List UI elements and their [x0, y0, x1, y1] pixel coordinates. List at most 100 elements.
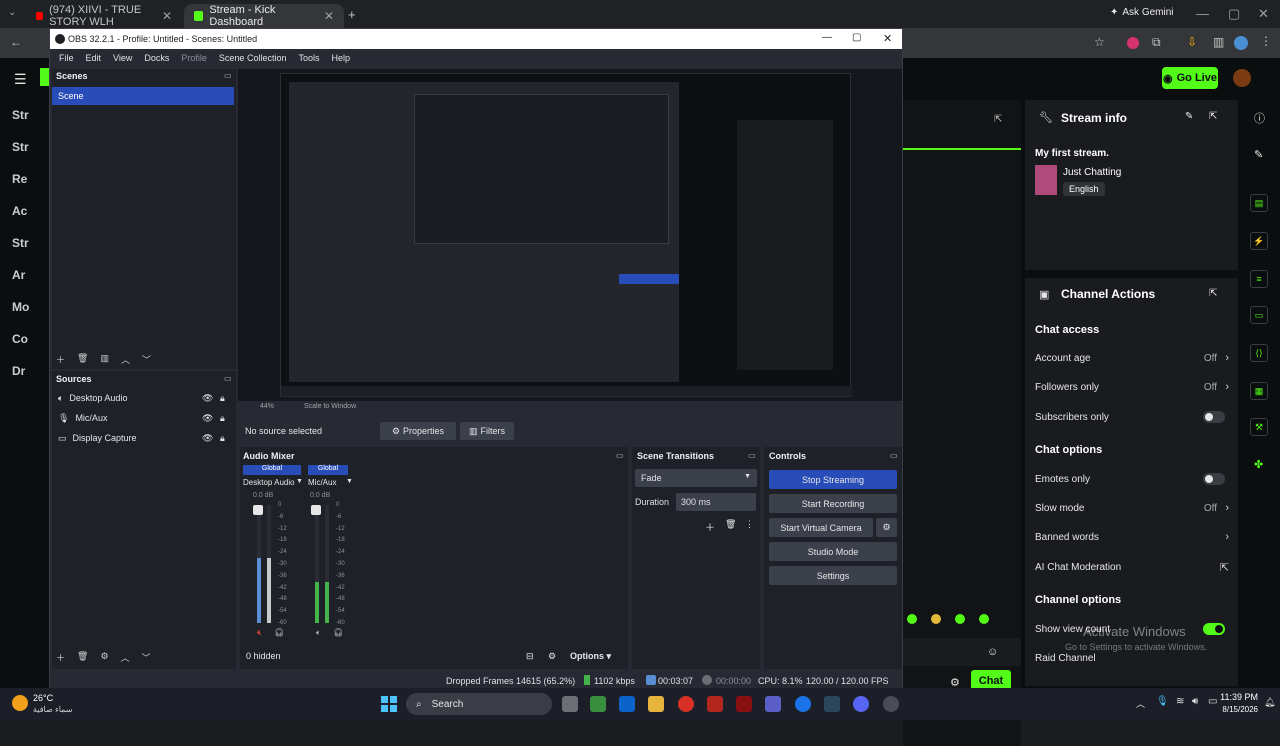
volume-icon[interactable]: 🔊︎ — [1192, 696, 1198, 707]
more-icon[interactable]: ⋮ — [745, 519, 754, 530]
calendar-icon[interactable]: ▦ — [1250, 382, 1268, 400]
duration-input[interactable]: 300 ms — [676, 493, 756, 511]
chevron-down-icon[interactable]: ▼ — [296, 478, 303, 485]
sidebar-item-9[interactable]: Dr — [12, 364, 25, 378]
popout-icon[interactable]: ⇱ — [1209, 288, 1217, 299]
puzzle-icon[interactable]: ✤ — [1254, 458, 1263, 471]
emotes-only-toggle[interactable] — [1203, 473, 1225, 485]
channel-name[interactable]: Desktop Audio — [243, 478, 295, 487]
emote-icon[interactable] — [955, 614, 965, 624]
ai-moderation-row[interactable]: AI Chat Moderation ⇱ — [1035, 558, 1231, 576]
steam-icon[interactable] — [824, 696, 840, 712]
slow-mode-row[interactable]: Slow mode Off › — [1035, 499, 1231, 517]
trash-icon[interactable]: 🗑︎ — [725, 519, 736, 530]
chat-input[interactable] — [903, 638, 1021, 666]
microphone-icon[interactable]: 🎙︎ — [1156, 696, 1169, 707]
account-age-row[interactable]: Account age Off › — [1035, 349, 1231, 367]
wifi-icon[interactable]: ≋ — [1176, 696, 1184, 707]
options-button[interactable]: Options ▾ — [570, 651, 611, 662]
dock-popout-icon[interactable]: ▭ — [224, 71, 232, 80]
clock-time[interactable]: 11:39 PM — [1218, 692, 1258, 702]
eye-icon[interactable]: 👁︎ — [202, 413, 213, 424]
extensions-icon[interactable]: ⧉ — [1152, 35, 1161, 50]
show-view-count-toggle[interactable] — [1203, 623, 1225, 635]
tab-search-icon[interactable]: ⌄ — [8, 7, 16, 18]
clock-date[interactable]: 8/15/2026 — [1208, 705, 1258, 714]
sidebar-item-5[interactable]: Str — [12, 236, 29, 250]
menu-edit[interactable]: Edit — [83, 53, 105, 63]
maximize-icon[interactable]: ▢ — [1228, 6, 1240, 22]
bookmark-icon[interactable]: ☆ — [1094, 35, 1105, 49]
source-row[interactable]: 🎙︎ Mic/Aux 👁︎ 🔒︎ — [58, 410, 238, 426]
banned-words-row[interactable]: Banned words › — [1035, 528, 1231, 546]
scene-list-item[interactable]: Scene — [52, 87, 234, 105]
popout-icon[interactable]: ⇱ — [994, 114, 1002, 125]
virtual-camera-settings-button[interactable]: ⚙ — [876, 518, 897, 537]
minimize-icon[interactable]: — — [1196, 6, 1209, 21]
sidebar-item-4[interactable]: Ac — [12, 204, 27, 218]
transition-select[interactable]: Fade ▼ — [635, 469, 757, 487]
close-icon[interactable]: ✕ — [883, 32, 892, 45]
dock-popout-icon[interactable]: ▭ — [224, 374, 232, 383]
menu-help[interactable]: Help — [328, 53, 353, 63]
pencil-icon[interactable]: ✎ — [1254, 148, 1263, 161]
eye-icon[interactable]: 👁︎ — [202, 433, 213, 444]
volume-slider-handle[interactable] — [253, 505, 263, 515]
chrome-icon[interactable] — [678, 696, 694, 712]
add-icon[interactable]: ＋ — [705, 519, 715, 534]
sidebar-item-6[interactable]: Ar — [12, 268, 25, 282]
lock-icon[interactable]: 🔒︎ — [220, 393, 225, 404]
menu-docks[interactable]: Docks — [141, 53, 172, 63]
add-icon[interactable]: ＋ — [56, 651, 65, 665]
app-icon[interactable] — [736, 696, 752, 712]
message-icon[interactable]: ▭ — [1250, 306, 1268, 324]
lightning-icon[interactable]: ⚡ — [1250, 232, 1268, 250]
gear-icon[interactable]: ⚙ — [100, 651, 108, 665]
preview-scale-mode[interactable]: Scale to Window — [304, 403, 356, 410]
chrome-icon[interactable] — [795, 696, 811, 712]
file-explorer-icon[interactable] — [648, 696, 664, 712]
chevron-down-icon[interactable]: ﹀ — [142, 651, 151, 665]
chevron-up-icon[interactable]: ︿ — [1136, 697, 1145, 710]
edit-icon[interactable]: ✎ — [1185, 111, 1193, 122]
go-live-button[interactable]: ◉ Go Live — [1162, 67, 1218, 89]
source-row[interactable]: ▭ Display Capture 👁︎ 🔒︎ — [58, 430, 238, 446]
channel-name[interactable]: Mic/Aux — [308, 478, 336, 487]
filter-icon[interactable]: ▥ — [100, 353, 109, 367]
outlook-icon[interactable] — [619, 696, 635, 712]
properties-button[interactable]: ⚙ Properties — [380, 422, 456, 440]
start-recording-button[interactable]: Start Recording — [769, 494, 897, 513]
extension-icon[interactable] — [1127, 37, 1139, 49]
obs-taskbar-icon[interactable] — [883, 696, 899, 712]
dock-popout-icon[interactable]: ▭ — [890, 451, 898, 460]
tab-kick[interactable]: Stream - Kick Dashboard ✕ — [184, 4, 344, 28]
info-icon[interactable]: ⓘ — [1254, 110, 1265, 126]
notification-icon[interactable]: 🔔︎ — [1264, 697, 1275, 708]
trash-icon[interactable]: 🗑︎ — [77, 651, 88, 665]
chevron-down-icon[interactable]: ﹀ — [142, 353, 151, 367]
back-icon[interactable]: ← — [10, 35, 22, 49]
emote-icon[interactable] — [979, 614, 989, 624]
code-icon[interactable]: ⟨⟩ — [1250, 344, 1268, 362]
chevron-up-icon[interactable]: ︿ — [121, 353, 130, 367]
studio-mode-button[interactable]: Studio Mode — [769, 542, 897, 561]
list-icon[interactable]: ≡ — [1250, 270, 1268, 288]
emote-icon[interactable] — [931, 614, 941, 624]
dock-popout-icon[interactable]: ▭ — [748, 451, 756, 460]
emoji-icon[interactable]: ☺ — [987, 646, 998, 658]
profile-avatar[interactable] — [1234, 36, 1248, 50]
subscribers-only-toggle[interactable] — [1203, 411, 1225, 423]
hamburger-icon[interactable]: ☰ — [14, 71, 27, 88]
close-icon[interactable]: ✕ — [324, 9, 334, 23]
sidebar-item-8[interactable]: Co — [12, 332, 28, 346]
chevron-down-icon[interactable]: ▼ — [346, 478, 353, 485]
settings-button[interactable]: Settings — [769, 566, 897, 585]
source-row[interactable]: 🔈︎ Desktop Audio 👁︎ 🔒︎ — [58, 390, 238, 406]
menu-tools[interactable]: Tools — [295, 53, 322, 63]
user-avatar[interactable] — [1233, 69, 1251, 87]
chat-panel-icon[interactable]: ▤ — [1250, 194, 1268, 212]
dock-popout-icon[interactable]: ▭ — [616, 451, 624, 460]
teams-icon[interactable] — [765, 696, 781, 712]
eye-icon[interactable]: 👁︎ — [202, 393, 213, 404]
headphone-icon[interactable]: 🎧︎ — [274, 628, 284, 637]
